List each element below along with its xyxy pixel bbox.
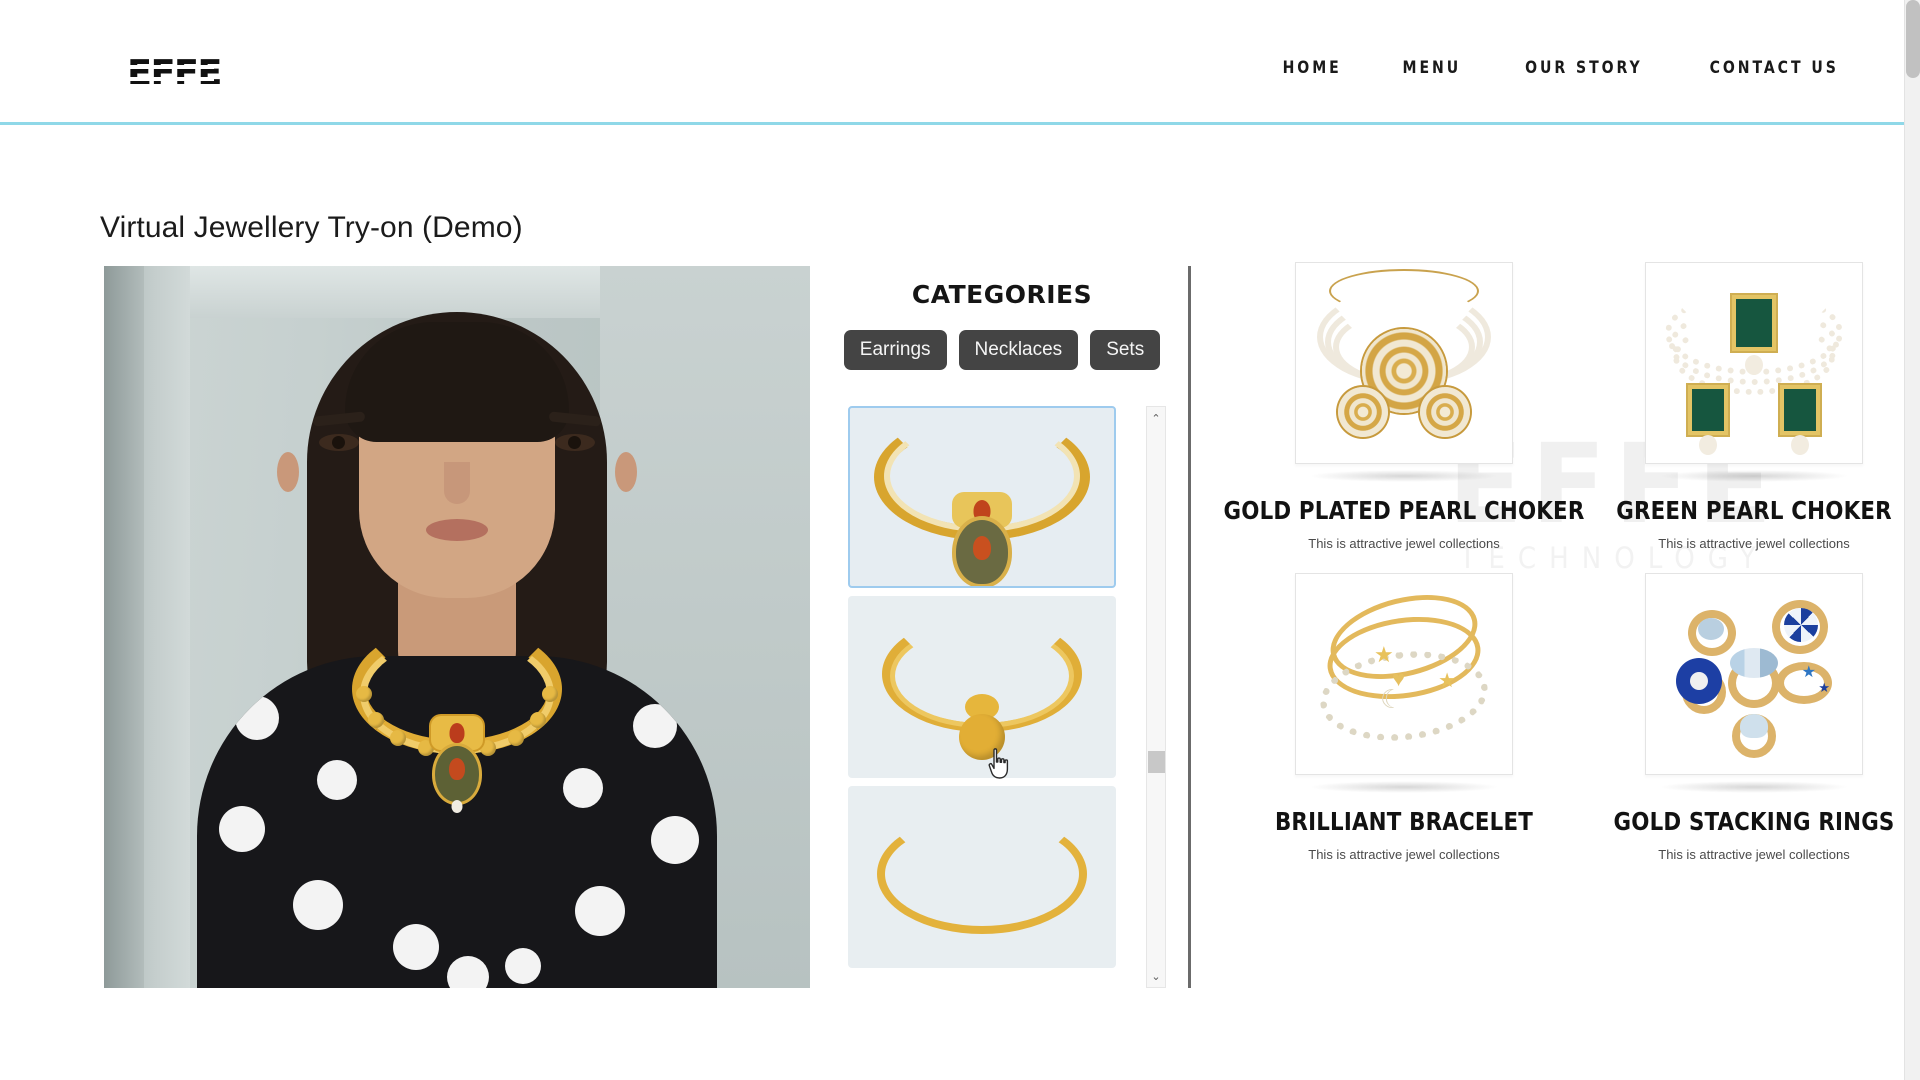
product-shadow <box>1659 470 1849 482</box>
star-enamel-icon: ★ <box>1801 664 1816 681</box>
thumbnail-item[interactable] <box>848 596 1116 778</box>
page-title: Virtual Jewellery Try-on (Demo) <box>100 211 523 244</box>
star-charm-icon: ★ <box>1438 670 1456 692</box>
ear-left <box>277 452 299 492</box>
eye-right <box>555 434 595 451</box>
star-charm-icon: ★ <box>1374 642 1394 667</box>
categories-panel: CATEGORIES Earrings Necklaces Sets ⌃ ⌄ <box>832 266 1194 988</box>
star-enamel-icon: ★ <box>1818 680 1830 695</box>
nav-item-menu[interactable]: MENU <box>1403 58 1462 78</box>
product-shadow <box>1309 470 1499 482</box>
earring-left-stone <box>1688 385 1728 435</box>
necklace-pearl-drop <box>451 800 463 813</box>
product-title: GOLD STACKING RINGS <box>1613 807 1895 836</box>
categories-heading: CATEGORIES <box>911 280 1093 309</box>
product-description: This is attractive jewel collections <box>1658 847 1850 862</box>
product-title: GREEN PEARL CHOKER <box>1616 496 1892 525</box>
category-button-earrings[interactable]: Earrings <box>843 330 947 370</box>
product-card[interactable]: GOLD PLATED PEARL CHOKER This is attract… <box>1214 262 1594 551</box>
page-scrollbar[interactable] <box>1904 0 1920 1080</box>
product-description: This is attractive jewel collections <box>1308 536 1500 551</box>
door <box>104 266 144 988</box>
product-title: GOLD PLATED PEARL CHOKER <box>1223 496 1585 525</box>
section-divider <box>1188 266 1191 988</box>
site-logo[interactable]: EFFE <box>127 56 222 90</box>
category-buttons: Earrings Necklaces Sets <box>832 330 1172 370</box>
product-title: BRILLIANT BRACELET <box>1274 807 1534 836</box>
yin-yang-icon <box>1690 672 1708 690</box>
page-scrollbar-thumb[interactable] <box>1906 0 1920 78</box>
necklace-pendant <box>435 746 479 802</box>
product-image-brilliant-bracelet: ★ ★ ♥ ☾ <box>1295 573 1513 775</box>
thumbnail-item-selected[interactable] <box>848 406 1116 588</box>
product-description: This is attractive jewel collections <box>1658 536 1850 551</box>
product-image-gold-plated-pearl-choker <box>1295 262 1513 464</box>
earring-right-pearl <box>1791 435 1809 455</box>
ring-spiral-enamel <box>1784 608 1818 642</box>
try-on-demo-area: CATEGORIES Earrings Necklaces Sets ⌃ ⌄ <box>104 266 1194 988</box>
ear-right <box>615 452 637 492</box>
eye-left <box>319 434 359 451</box>
scrollbar-thumb[interactable] <box>1148 751 1165 773</box>
product-card[interactable]: ★ ★ ♥ ☾ BRILLIANT BRACELET This is attra… <box>1214 573 1594 862</box>
ring-enamel-top <box>1698 618 1724 640</box>
logo-text: EFFE <box>127 53 222 93</box>
product-card[interactable]: ★ ★ GOLD STACKING RINGS This is attracti… <box>1604 573 1904 862</box>
product-shadow <box>1659 781 1849 793</box>
nav-item-our-story[interactable]: OUR STORY <box>1525 58 1642 78</box>
product-image-gold-stacking-rings: ★ ★ <box>1645 573 1863 775</box>
category-button-sets[interactable]: Sets <box>1090 330 1161 370</box>
nav-item-contact-us[interactable]: CONTACT US <box>1709 58 1838 78</box>
ring-heart-enamel <box>1730 648 1778 678</box>
webcam-preview[interactable] <box>104 266 810 988</box>
product-card[interactable]: GREEN PEARL CHOKER This is attractive je… <box>1604 262 1904 551</box>
category-button-necklaces[interactable]: Necklaces <box>958 330 1079 370</box>
thumbnail-item[interactable] <box>848 786 1116 968</box>
site-header: EFFE HOME MENU OUR STORY CONTACT US <box>0 0 1904 124</box>
product-grid-section: EFFE TECHNOLOGY GOLD PLATED PEARL CHOKER… <box>1214 262 1904 992</box>
logo-slit-icon <box>127 77 214 81</box>
jewellery-thumbnail-list[interactable] <box>848 406 1138 988</box>
scroll-up-arrow-icon[interactable]: ⌃ <box>1147 408 1165 428</box>
earring-left-pearl <box>1699 435 1717 455</box>
pearl-drop <box>1745 355 1763 375</box>
product-description: This is attractive jewel collections <box>1308 847 1500 862</box>
thumbnail-scrollbar[interactable]: ⌃ ⌄ <box>1146 406 1166 988</box>
nav-item-home[interactable]: HOME <box>1283 58 1342 78</box>
product-image-green-pearl-choker <box>1645 262 1863 464</box>
necklace-arc <box>877 814 1087 934</box>
earring-right <box>1420 387 1470 437</box>
logo-slit-icon <box>127 65 214 69</box>
product-grid: GOLD PLATED PEARL CHOKER This is attract… <box>1214 262 1904 862</box>
earring-right-stone <box>1780 385 1820 435</box>
crescent-moon-charm-icon: ☾ <box>1380 684 1404 714</box>
scroll-down-arrow-icon[interactable]: ⌄ <box>1147 966 1165 986</box>
ar-necklace-overlay <box>352 624 562 813</box>
main-navigation: HOME MENU OUR STORY CONTACT US <box>1280 58 1844 78</box>
ring-heart-enamel <box>1740 714 1768 738</box>
earring-left <box>1338 387 1388 437</box>
lips <box>426 519 488 541</box>
product-shadow <box>1309 781 1499 793</box>
necklace-pendant <box>959 714 1005 760</box>
person-figure <box>177 266 737 988</box>
header-divider <box>0 122 1904 125</box>
nose <box>444 462 470 504</box>
emerald-stone-center <box>1732 295 1776 351</box>
necklace-center-stone <box>431 716 483 750</box>
necklace-pendant <box>956 520 1008 584</box>
